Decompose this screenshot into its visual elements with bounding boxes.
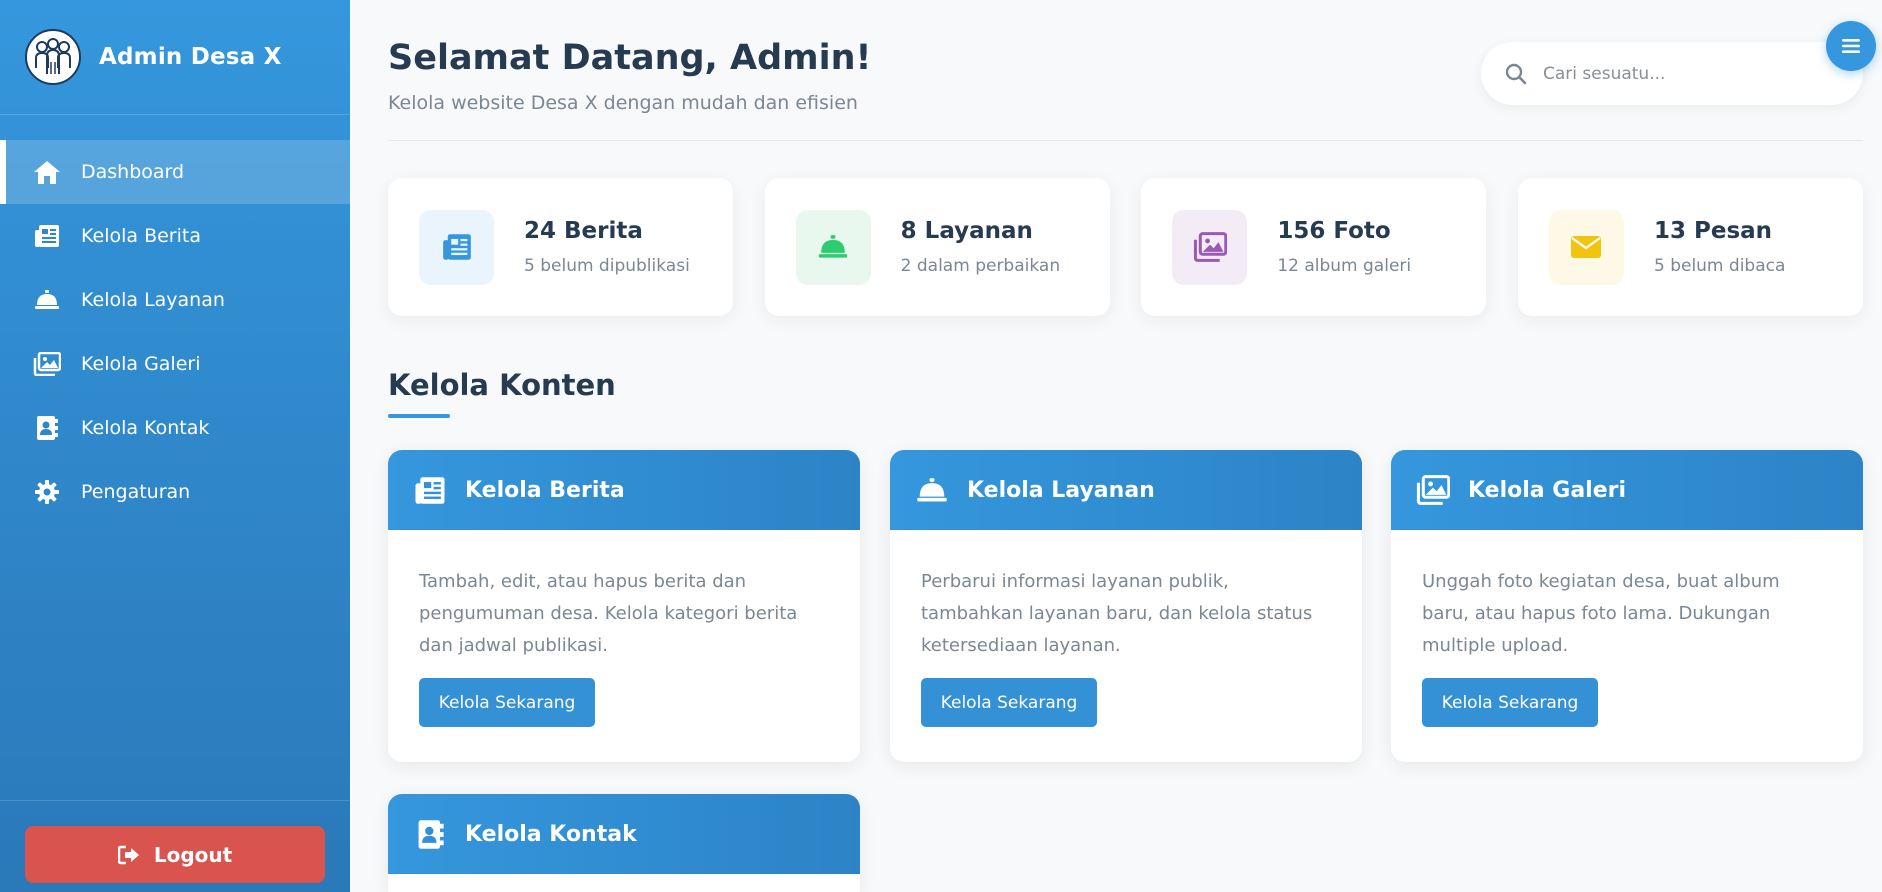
card-description: Unggah foto kegiatan desa, buat album ba… [1422, 571, 1780, 656]
address-book-icon [413, 817, 447, 851]
kelola-layanan-button[interactable]: Kelola Sekarang [921, 678, 1097, 727]
newspaper-icon [33, 222, 61, 250]
brand-title: Admin Desa X [99, 44, 282, 70]
images-icon [1416, 473, 1450, 507]
search-input[interactable] [1543, 63, 1823, 84]
page-subtitle: Kelola website Desa X dengan mudah dan e… [388, 92, 858, 114]
sidebar: Admin Desa X Dashboard Kelola Berita Kel… [0, 0, 350, 892]
images-icon [33, 350, 61, 378]
card-title: Kelola Galeri [1468, 477, 1627, 503]
card-title: Kelola Kontak [465, 821, 637, 847]
brand: Admin Desa X [0, 0, 350, 115]
sidebar-footer: Logout [0, 800, 350, 892]
card-header: Kelola Kontak [388, 794, 860, 874]
search-icon [1505, 63, 1527, 84]
stat-subtext: 12 album galeri [1277, 256, 1412, 276]
section-underline [388, 414, 450, 418]
sign-out-icon [117, 845, 139, 864]
stat-value: 8 Layanan [900, 218, 1033, 244]
logout-button[interactable]: Logout [25, 826, 325, 883]
sidebar-item-label: Kelola Kontak [81, 417, 210, 439]
card-header: Kelola Layanan [890, 450, 1362, 530]
header-divider [388, 140, 1863, 141]
stat-value: 13 Pesan [1653, 218, 1773, 244]
section-title: Kelola Konten [388, 368, 616, 402]
card-kelola-galeri: Kelola Galeri Unggah foto kegiatan desa,… [1391, 450, 1863, 762]
images-icon [1172, 209, 1248, 285]
sidebar-nav: Dashboard Kelola Berita Kelola Layanan K… [0, 140, 350, 524]
sidebar-item-galeri[interactable]: Kelola Galeri [0, 332, 350, 396]
stat-card-berita: 24 Berita 5 belum dipublikasi [388, 178, 733, 316]
sidebar-item-label: Kelola Galeri [81, 353, 201, 375]
newspaper-icon [419, 209, 494, 285]
hamburger-icon [1842, 39, 1860, 53]
sidebar-item-kontak[interactable]: Kelola Kontak [0, 396, 350, 460]
main-content: Selamat Datang, Admin! Kelola website De… [388, 0, 1863, 892]
card-description: Tambah, edit, atau hapus berita dan peng… [419, 571, 798, 656]
concierge-bell-icon [915, 473, 949, 507]
card-kelola-kontak: Kelola Kontak [388, 794, 860, 892]
sidebar-item-pengaturan[interactable]: Pengaturan [0, 460, 350, 524]
home-icon [33, 158, 61, 186]
sidebar-item-berita[interactable]: Kelola Berita [0, 204, 350, 268]
stat-subtext: 5 belum dipublikasi [524, 256, 690, 276]
people-logo-icon [25, 29, 81, 85]
envelope-icon [1548, 209, 1624, 285]
sidebar-item-layanan[interactable]: Kelola Layanan [0, 268, 350, 332]
stats-row: 24 Berita 5 belum dipublikasi 8 Layanan … [388, 178, 1863, 316]
kelola-berita-button[interactable]: Kelola Sekarang [419, 678, 595, 727]
stat-value: 156 Foto [1277, 218, 1391, 244]
card-header: Kelola Galeri [1391, 450, 1863, 530]
stat-card-foto: 156 Foto 12 album galeri [1141, 178, 1487, 316]
address-book-icon [33, 414, 61, 442]
card-kelola-layanan: Kelola Layanan Perbarui informasi layana… [890, 450, 1362, 762]
menu-toggle-button[interactable] [1826, 21, 1876, 71]
stat-subtext: 5 belum dibaca [1653, 256, 1786, 276]
sidebar-item-label: Kelola Layanan [81, 289, 225, 311]
card-title: Kelola Berita [465, 477, 625, 503]
sidebar-item-label: Kelola Berita [81, 225, 201, 247]
sidebar-item-label: Pengaturan [81, 481, 191, 503]
newspaper-icon [413, 473, 447, 507]
search-box [1481, 42, 1863, 105]
card-description: Perbarui informasi layanan publik, tamba… [921, 571, 1313, 656]
card-title: Kelola Layanan [967, 477, 1155, 503]
page-title: Selamat Datang, Admin! [388, 38, 872, 78]
stat-card-layanan: 8 Layanan 2 dalam perbaikan [764, 178, 1110, 316]
stat-subtext: 2 dalam perbaikan [900, 256, 1061, 276]
logout-label: Logout [153, 842, 233, 867]
concierge-bell-icon [33, 286, 61, 314]
kelola-galeri-button[interactable]: Kelola Sekarang [1422, 678, 1598, 727]
gear-icon [33, 478, 61, 506]
sidebar-item-label: Dashboard [81, 161, 185, 183]
sidebar-item-dashboard[interactable]: Dashboard [0, 140, 350, 204]
concierge-bell-icon [795, 209, 871, 285]
stat-card-pesan: 13 Pesan 5 belum dibaca [1517, 178, 1863, 316]
card-kelola-berita: Kelola Berita Tambah, edit, atau hapus b… [388, 450, 860, 762]
card-header: Kelola Berita [388, 450, 860, 530]
stat-value: 24 Berita [524, 218, 643, 244]
